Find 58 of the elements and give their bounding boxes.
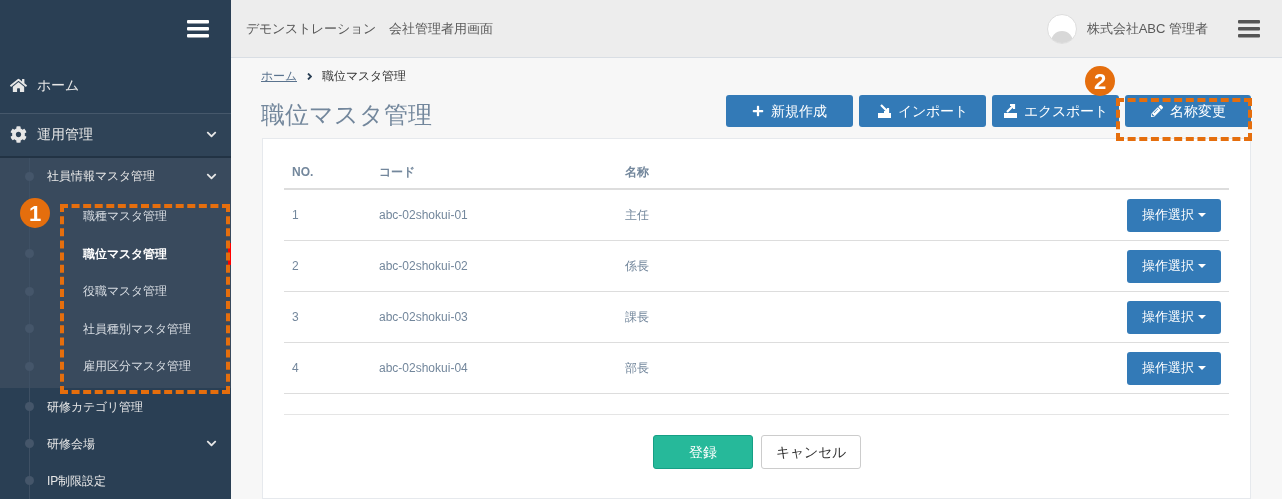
action-button[interactable]: インポート	[859, 95, 986, 127]
bullet-icon	[25, 476, 34, 485]
breadcrumb-link[interactable]: ホーム	[261, 67, 297, 85]
selection-marker	[228, 242, 231, 265]
table-cell-text: 3	[291, 309, 300, 326]
table-cell-text: abc-02shokui-04	[378, 360, 469, 377]
action-button[interactable]: 名称変更	[1125, 95, 1251, 127]
user-name[interactable]: 株式会社ABC 管理者	[1086, 18, 1208, 39]
table-cell-text: abc-02shokui-02	[378, 258, 469, 275]
settings-icon	[10, 126, 27, 143]
table-cell-text: 課長	[624, 309, 650, 326]
table-cell-text: 2	[291, 258, 300, 275]
table-cell-text: 主任	[624, 207, 650, 224]
tray-arrow-icon	[877, 104, 891, 118]
table-cell-text: 4	[291, 360, 300, 377]
breadcrumb-current: 職位マスタ管理	[322, 68, 406, 85]
page-title: 職位マスタ管理	[261, 103, 433, 127]
caret-icon	[1198, 366, 1206, 370]
menu-icon[interactable]	[1238, 19, 1260, 38]
menu-icon[interactable]	[187, 19, 209, 38]
table-cell-text: 部長	[624, 360, 650, 377]
sidebar-item[interactable]: IP制限設定	[47, 471, 231, 490]
column-header: 名称	[624, 163, 649, 181]
dropdown-button[interactable]: 操作選択	[1127, 198, 1221, 232]
caret-icon	[1198, 315, 1206, 319]
form-button[interactable]: キャンセル	[760, 435, 861, 469]
action-button[interactable]: エクスポート	[992, 95, 1119, 127]
dropdown-button[interactable]: 操作選択	[1127, 300, 1221, 334]
column-header: コード	[378, 163, 416, 181]
sidebar-subitem[interactable]: 職種マスタ管理	[83, 207, 167, 226]
bullet-icon	[25, 402, 34, 411]
home-icon	[10, 76, 27, 94]
table-cell-text: abc-02shokui-03	[378, 309, 469, 326]
sidebar-item[interactable]: 運用管理	[0, 113, 231, 158]
caret-icon	[1198, 213, 1206, 217]
bullet-icon	[25, 439, 34, 448]
sidebar-subitem[interactable]: 雇用区分マスタ管理	[83, 357, 191, 376]
pencil-icon	[1150, 105, 1163, 117]
plus-icon	[752, 105, 764, 117]
sidebar-subitem[interactable]: 職位マスタ管理	[83, 244, 167, 263]
table-cell-text: 係長	[624, 258, 650, 275]
sidebar-subitem[interactable]: 役職マスタ管理	[83, 282, 167, 301]
tray-arrow-icon	[1003, 104, 1017, 118]
app-title: デモンストレーション 会社管理者用画面	[246, 19, 494, 38]
sidebar-item[interactable]: 社員情報マスタ管理	[47, 167, 231, 185]
column-header: NO.	[291, 163, 315, 181]
chevron-icon	[206, 438, 217, 449]
sidebar-subitem[interactable]: 社員種別マスタ管理	[83, 319, 191, 338]
caret-icon	[1198, 264, 1206, 268]
avatar-icon	[1046, 13, 1077, 44]
table-cell-text: 1	[291, 207, 300, 224]
table-cell-text: abc-02shokui-01	[378, 207, 469, 224]
sidebar-item[interactable]: 研修会場	[47, 434, 231, 453]
dropdown-button[interactable]: 操作選択	[1127, 351, 1221, 385]
sidebar-item[interactable]: 研修カテゴリ管理	[47, 397, 231, 416]
action-button[interactable]: 新規作成	[726, 95, 853, 127]
dropdown-button[interactable]: 操作選択	[1127, 249, 1221, 283]
breadcrumb-separator-icon	[307, 72, 312, 80]
